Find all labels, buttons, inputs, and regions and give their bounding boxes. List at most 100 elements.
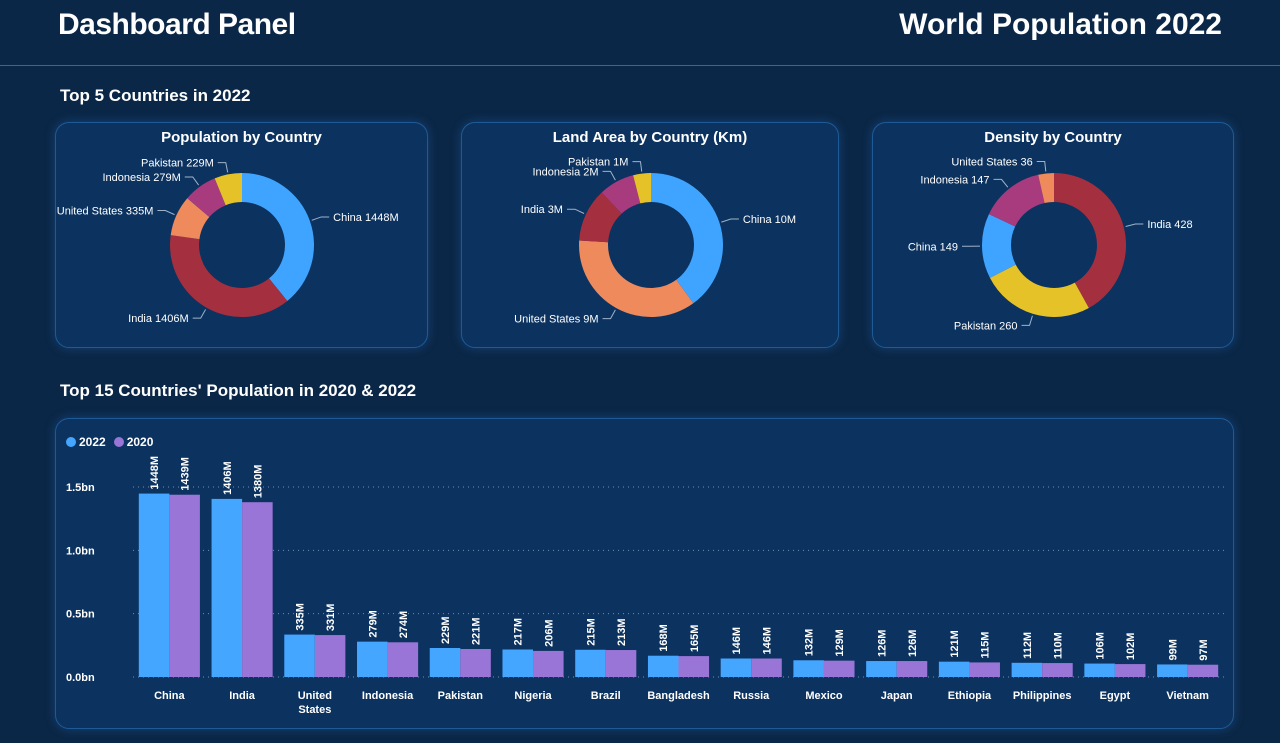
bar-china-2020[interactable] <box>169 494 200 677</box>
slice-label-pakistan: Pakistan 1M <box>568 157 629 169</box>
x-tick-label-united-states: States <box>298 704 331 716</box>
population-donut-chart: China 1448M India 1406M United States 335M… <box>57 158 399 326</box>
data-label-india-2020: 1380M <box>252 465 264 499</box>
bar-china-2022[interactable] <box>138 493 170 677</box>
data-label-mexico-2020: 129M <box>834 629 846 657</box>
slice-label-india: India 428 <box>1147 219 1192 231</box>
data-label-pakistan-2022: 229M <box>440 616 452 644</box>
bar-pakistan-2020[interactable] <box>460 649 491 677</box>
slice-label-indonesia: Indonesia 279M <box>102 172 180 184</box>
bar-mexico-2020[interactable] <box>823 660 855 677</box>
data-label-egypt-2022: 106M <box>1095 632 1107 660</box>
donut-slice-india[interactable] <box>170 235 288 317</box>
data-label-mexico-2022: 132M <box>804 629 816 657</box>
bar-nigeria-2020[interactable] <box>533 650 564 677</box>
leader-line-india <box>192 309 207 319</box>
density-donut-chart: India 428 Pakistan 260 China 149 Indonesia … <box>908 157 1193 333</box>
bar-indonesia-2020[interactable] <box>387 642 419 677</box>
slice-label-india: India 1406M <box>128 313 189 325</box>
header: Dashboard Panel World Population 2022 <box>0 0 1280 66</box>
donut-slice-china[interactable] <box>242 173 314 301</box>
donut-slice-pakistan[interactable] <box>989 264 1089 317</box>
data-label-indonesia-2020: 274M <box>398 611 410 639</box>
bar-united-states-2020[interactable] <box>314 635 346 677</box>
x-tick-label-bangladesh: Bangladesh <box>647 690 710 702</box>
x-tick-label-vietnam: Vietnam <box>1166 690 1209 702</box>
slice-label-pakistan: Pakistan 260 <box>954 320 1018 332</box>
bar-brazil-2022[interactable] <box>575 649 606 677</box>
bar-philippines-2022[interactable] <box>1011 662 1043 677</box>
slice-label-pakistan: Pakistan 229M <box>141 158 214 170</box>
data-label-vietnam-2022: 99M <box>1167 639 1179 660</box>
x-tick-label-egypt: Egypt <box>1100 690 1131 702</box>
bar-nigeria-2022[interactable] <box>502 649 534 677</box>
y-tick-label: 0.0bn <box>66 672 95 684</box>
data-label-philippines-2022: 112M <box>1022 632 1034 659</box>
data-label-ethiopia-2020: 115M <box>980 632 992 659</box>
leader-line-india <box>566 208 585 214</box>
slice-label-united-states: United States 335M <box>57 206 154 218</box>
bar-bangladesh-2022[interactable] <box>647 655 679 677</box>
x-tick-label-ethiopia: Ethiopia <box>948 690 992 702</box>
donut-slice-united-states[interactable] <box>579 240 694 317</box>
bar-egypt-2022[interactable] <box>1084 663 1115 677</box>
bar-japan-2020[interactable] <box>896 661 928 677</box>
bar-brazil-2020[interactable] <box>605 650 637 677</box>
bar-pakistan-2022[interactable] <box>429 647 461 677</box>
bar-ethiopia-2020[interactable] <box>969 662 1000 677</box>
bar-bangladesh-2020[interactable] <box>678 656 710 677</box>
y-tick-label: 1.5bn <box>66 482 95 494</box>
bar-japan-2022[interactable] <box>866 661 897 677</box>
data-label-ethiopia-2022: 121M <box>949 630 961 658</box>
bar-philippines-2020[interactable] <box>1042 663 1073 677</box>
bar-vietnam-2020[interactable] <box>1187 664 1219 677</box>
data-label-indonesia-2022: 279M <box>367 610 379 638</box>
data-label-united-states-2020: 331M <box>325 604 337 632</box>
x-tick-label-mexico: Mexico <box>805 690 843 702</box>
data-label-bangladesh-2020: 165M <box>689 625 701 653</box>
x-tick-label-japan: Japan <box>881 690 913 702</box>
leader-line-china <box>311 216 330 221</box>
x-tick-label-united-states: United <box>298 690 332 702</box>
density-donut-card: Density by Country India 428 Pakistan 260… <box>872 122 1234 348</box>
bar-vietnam-2022[interactable] <box>1157 664 1188 677</box>
data-label-pakistan-2020: 221M <box>471 617 483 645</box>
data-label-egypt-2020: 102M <box>1125 633 1137 661</box>
population-bar-chart: 0.0bn 0.5bn 1.0bn 1.5bn 1448M 1439M China 1406M… <box>66 456 1224 716</box>
data-label-china-2022: 1448M <box>149 456 161 490</box>
slice-label-united-states: United States 9M <box>514 314 598 326</box>
land-area-donut-chart: China 10MUnited States 9MIndia 3MIndones… <box>514 157 796 326</box>
bar-india-2022[interactable] <box>211 498 243 677</box>
x-tick-label-russia: Russia <box>733 690 770 702</box>
bar-india-2020[interactable] <box>242 502 273 677</box>
x-tick-label-indonesia: Indonesia <box>362 690 414 702</box>
data-label-russia-2020: 146M <box>762 627 774 655</box>
leader-line-united-states <box>602 309 616 320</box>
population-donut-card: Population by Country China 1448M India 1… <box>55 122 428 348</box>
data-label-nigeria-2020: 206M <box>543 619 555 647</box>
leader-line-indonesia <box>993 178 1009 188</box>
dashboard-title: Dashboard Panel <box>58 8 296 41</box>
slice-label-china: China 149 <box>908 241 958 253</box>
bar-russia-2022[interactable] <box>720 658 752 677</box>
leader-line-united-states <box>157 210 175 216</box>
slice-label-united-states: United States 36 <box>951 157 1032 169</box>
bar-egypt-2020[interactable] <box>1114 664 1146 677</box>
x-tick-label-nigeria: Nigeria <box>514 690 552 702</box>
bar-russia-2020[interactable] <box>751 658 782 677</box>
leader-line-india <box>1125 223 1144 227</box>
data-label-japan-2022: 126M <box>876 630 888 658</box>
data-label-philippines-2020: 110M <box>1052 632 1064 659</box>
donut-slice-china[interactable] <box>651 173 723 304</box>
data-label-brazil-2020: 213M <box>616 618 628 646</box>
data-label-nigeria-2022: 217M <box>513 618 525 646</box>
bar-mexico-2022[interactable] <box>793 660 824 677</box>
data-label-india-2022: 1406M <box>222 461 234 495</box>
y-tick-label: 1.0bn <box>66 545 95 557</box>
bar-united-states-2022[interactable] <box>284 634 315 677</box>
data-label-japan-2020: 126M <box>907 630 919 658</box>
bar-indonesia-2022[interactable] <box>357 641 388 677</box>
slice-label-china: China 1448M <box>333 212 398 224</box>
leader-line-china <box>721 218 739 223</box>
bar-ethiopia-2022[interactable] <box>938 661 970 677</box>
